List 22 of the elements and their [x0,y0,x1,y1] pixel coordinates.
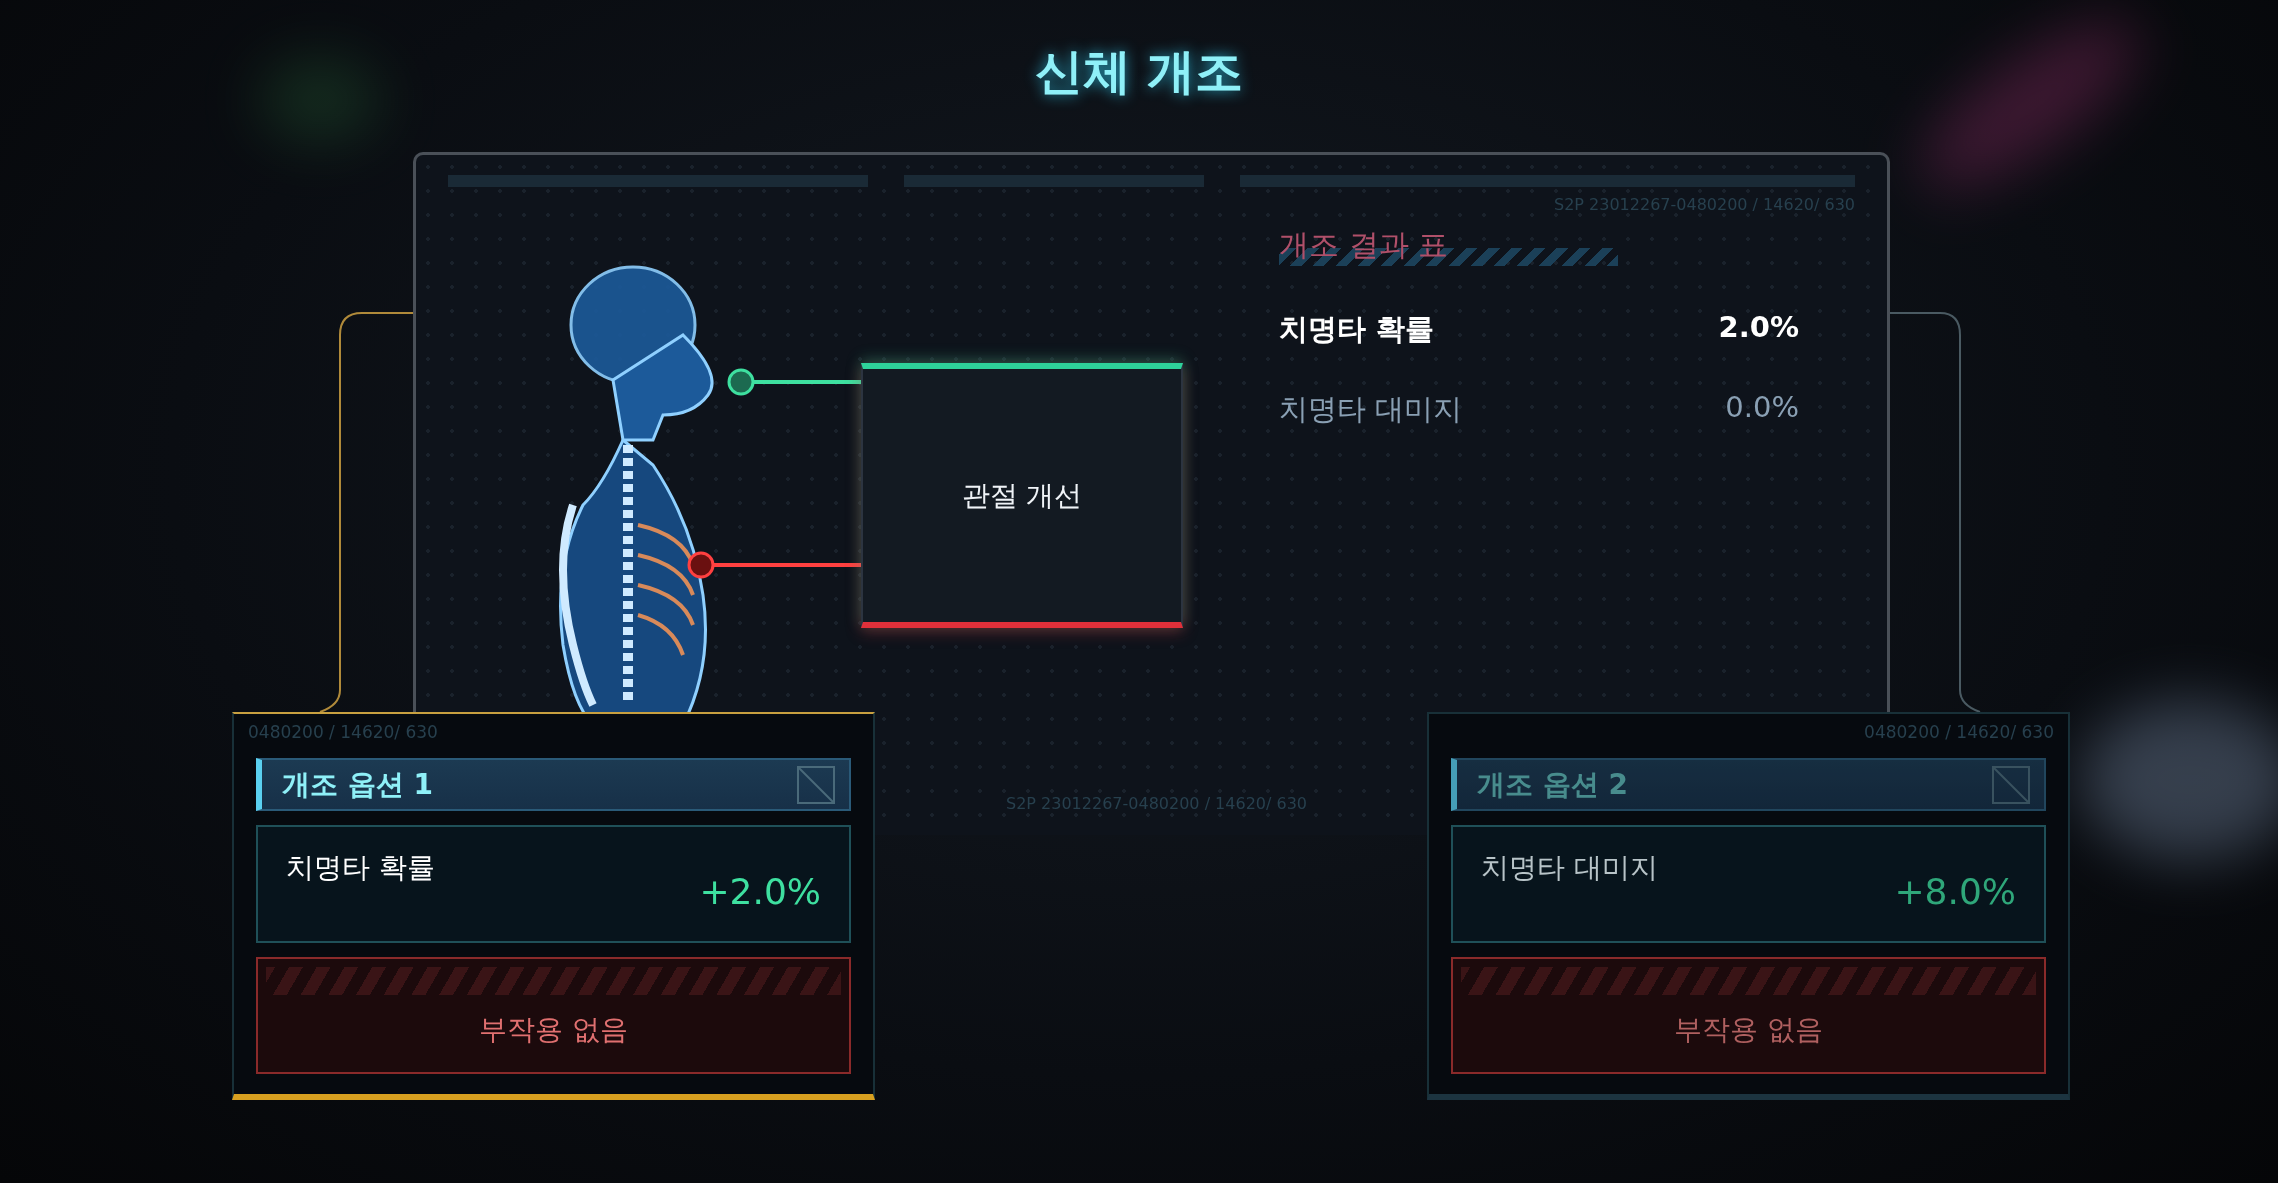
implant-slot[interactable]: 관절 개선 [861,363,1183,628]
option-card[interactable]: 0480200 / 14620/ 630 개조 옵션 2 치명타 대미지 +8.0% 부작용 없음 [1427,712,2070,1100]
stat-name: 치명타 대미지 [1481,850,1658,887]
stat-value: 2.0% [1718,310,1799,346]
stat-bonus: +8.0% [1894,871,2016,913]
empty-slot-icon [797,765,835,804]
serial-code: 0480200 / 14620/ 630 [248,722,438,742]
stat-name: 치명타 대미지 [1279,391,1463,428]
stat-name: 치명타 확률 [1279,311,1435,348]
stat-name: 치명타 확률 [286,850,435,887]
option-card[interactable]: 0480200 / 14620/ 630 개조 옵션 1 치명타 확률 +2.0% 부작용 없음 [232,712,875,1100]
option-title: 개조 옵션 1 [282,766,433,803]
stat-bonus: +2.0% [699,871,821,913]
side-effect-text: 부작용 없음 [479,1012,628,1049]
side-effect-text: 부작용 없음 [1674,1012,1823,1049]
marker-icon [687,551,715,579]
screen-title: 신체 개조 [1034,42,1244,101]
empty-slot-icon [1992,765,2030,804]
option-title: 개조 옵션 2 [1477,766,1628,803]
serial-code: 0480200 / 14620/ 630 [1864,722,2054,742]
stat-value: 0.0% [1725,390,1799,426]
marker-icon [727,368,755,396]
